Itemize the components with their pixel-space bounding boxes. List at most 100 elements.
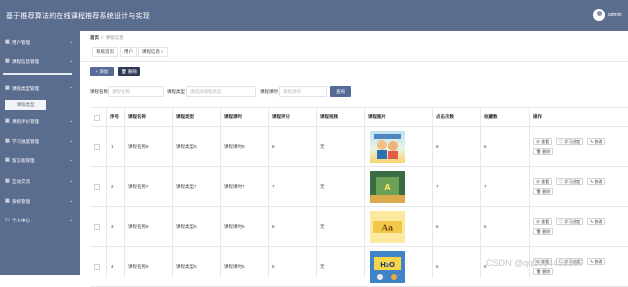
grid-icon: ▦ — [5, 138, 10, 144]
course-table: 序号 课程名称 课程类型 课程课时 课程评分 课程视频 课程图片 点击次数 收藏… — [90, 107, 628, 287]
cell-course-score: 5 — [272, 264, 275, 269]
chevron-down-icon: ⌄ — [69, 118, 74, 124]
app-title: 基于推荐算法的在线课程推荐系统设计与实现 — [6, 13, 150, 20]
avatar-icon[interactable] — [593, 9, 605, 21]
breadcrumb-home[interactable]: 首页 — [90, 35, 99, 40]
row-delete-button[interactable]: 🗑 删除 — [533, 268, 554, 275]
add-button[interactable]: + 添加 — [90, 67, 114, 76]
table-row[interactable]: 1 课程名称8 课程类型8 课程课时8 8 无 8 6 ⊕ 查看 ♡ 学习进度 … — [90, 127, 628, 167]
table-row[interactable]: 3 课程名称6 课程类型6 课程课时6 6 无 Aa 6 5 ⊕ 查看 ♡ 学习… — [90, 207, 628, 247]
edit-button[interactable]: ✎ 修改 — [587, 178, 606, 185]
search-button[interactable]: 查询 — [330, 86, 351, 97]
breadcrumb-current: 课程信息 — [105, 35, 124, 40]
main-content: 首页//课程信息 系统首页 用户 课程信息× + 添加 🗑 删除 课程名称 课程… — [80, 31, 628, 287]
select-all-checkbox[interactable] — [94, 115, 100, 121]
progress-button[interactable]: ♡ 学习进度 — [556, 138, 584, 145]
breadcrumb-separator: // — [101, 35, 104, 40]
row-delete-button[interactable]: 🗑 删除 — [533, 148, 554, 155]
cell-click-count: 5 — [436, 264, 439, 269]
row-checkbox[interactable] — [94, 224, 100, 230]
tab-users[interactable]: 用户 — [120, 47, 137, 57]
sidebar-item-course-info[interactable]: ▦ 课程信息管理 ⌄ — [0, 56, 80, 68]
tab-course-info[interactable]: 课程信息× — [138, 47, 168, 57]
admin-name[interactable]: admin — [608, 12, 622, 18]
sidebar-item-progress[interactable]: ▦ 学习进度管理 ⌄ — [0, 136, 80, 148]
sidebar-item-label: 学习进度管理 — [12, 139, 39, 144]
grid-icon: ▦ — [5, 58, 10, 64]
sidebar-item-message-board[interactable]: ▦ 留言板管理 ⌄ — [0, 155, 80, 167]
cell-click-count: 8 — [436, 144, 439, 149]
chevron-down-icon: ⌄ — [69, 58, 74, 64]
edit-button-label: 修改 — [594, 259, 603, 264]
watermark: CSDN @qq1694456187 — [486, 258, 584, 268]
view-button[interactable]: ⊕ 查看 — [533, 178, 553, 185]
table-row[interactable]: 2 课程名称7 课程类型7 课程课时7 7 无 A 7 7 ⊕ 查看 ♡ 学习进… — [90, 167, 628, 207]
sidebar-subitem-course-type[interactable]: 课程类型 — [5, 100, 46, 110]
row-delete-button[interactable]: 🗑 删除 — [533, 228, 554, 235]
cell-course-type: 课程类型7 — [176, 184, 197, 189]
view-button-label: 查看 — [541, 179, 550, 184]
row-delete-button-label: 删除 — [542, 149, 551, 154]
header-course-type: 课程类型 — [176, 114, 194, 119]
row-checkbox[interactable] — [94, 264, 100, 270]
sidebar-item-interaction[interactable]: ▦ 互动交流 ⌄ — [0, 176, 80, 188]
course-name-label: 课程名称 — [90, 89, 108, 94]
progress-button[interactable]: ♡ 学习进度 — [556, 178, 584, 185]
chevron-down-icon: ⌄ — [69, 198, 74, 204]
edit-button[interactable]: ✎ 修改 — [587, 138, 606, 145]
table-header: 序号 课程名称 课程类型 课程课时 课程评分 课程视频 课程图片 点击次数 收藏… — [90, 107, 628, 127]
row-checkbox[interactable] — [94, 184, 100, 190]
grid-icon: ▦ — [5, 157, 10, 163]
sidebar-item-profile[interactable]: ▭ 个人中心 ⌄ — [0, 215, 80, 227]
row-delete-button[interactable]: 🗑 删除 — [533, 188, 554, 195]
course-type-select[interactable]: 请选择课程类型 — [186, 86, 256, 97]
cell-course-hours: 课程课时5 — [224, 264, 245, 269]
delete-button[interactable]: 🗑 删除 — [118, 67, 140, 76]
view-button[interactable]: ⊕ 查看 — [533, 138, 553, 145]
edit-button[interactable]: ✎ 修改 — [587, 258, 606, 265]
svg-text:H₂O: H₂O — [380, 261, 395, 269]
top-bar: 基于推荐算法的在线课程推荐系统设计与实现 admin — [0, 0, 628, 31]
row-delete-button-label: 删除 — [542, 269, 551, 274]
edit-button[interactable]: ✎ 修改 — [587, 218, 606, 225]
view-button[interactable]: ⊕ 查看 — [533, 218, 553, 225]
edit-button-label: 修改 — [594, 139, 603, 144]
cell-click-count: 6 — [436, 224, 439, 229]
course-cover-image — [370, 131, 405, 163]
sidebar-item-label: 用户管理 — [12, 40, 30, 45]
grid-icon: ▦ — [5, 198, 10, 204]
sidebar-item-course-review[interactable]: ▦ 课程评价管理 ⌄ — [0, 116, 80, 128]
sidebar-item-system[interactable]: ▦ 系统管理 ⌄ — [0, 196, 80, 208]
svg-text:Aa: Aa — [381, 223, 393, 233]
chevron-down-icon: ⌄ — [69, 157, 74, 163]
cell-index: 2 — [111, 184, 114, 189]
cell-course-video: 无 — [320, 184, 325, 189]
cell-course-video: 无 — [320, 224, 325, 229]
header-course-name: 课程名称 — [128, 114, 146, 119]
cell-course-name: 课程名称7 — [128, 184, 149, 189]
header-course-hours: 课程课时 — [224, 114, 242, 119]
cell-favorites: 7 — [484, 184, 487, 189]
view-button-label: 查看 — [541, 219, 550, 224]
sidebar-item-course-type[interactable]: ▦ 课程类型管理 ⌄ — [0, 83, 80, 95]
sidebar-active-indicator — [3, 73, 72, 75]
sidebar-item-label: 课程信息管理 — [12, 59, 39, 64]
close-icon[interactable]: × — [161, 49, 164, 54]
cell-course-name: 课程名称8 — [128, 144, 149, 149]
sidebar-item-label: 课程类型管理 — [12, 86, 39, 91]
course-name-input[interactable]: 课程名称 — [108, 86, 164, 97]
sidebar-item-label: 留言板管理 — [12, 158, 35, 163]
chevron-down-icon: ⌄ — [69, 138, 74, 144]
tab-home[interactable]: 系统首页 — [92, 47, 118, 57]
row-checkbox[interactable] — [94, 144, 100, 150]
progress-button[interactable]: ♡ 学习进度 — [556, 218, 584, 225]
course-hours-input[interactable]: 课程课时 — [279, 86, 327, 97]
header-course-image: 课程图片 — [368, 114, 386, 119]
delete-button-label: 删除 — [127, 69, 137, 74]
breadcrumb: 首页//课程信息 — [90, 35, 124, 41]
course-cover-image: Aa — [370, 211, 405, 243]
sidebar-item-users[interactable]: ▦ 用户管理 ⌄ — [0, 37, 80, 49]
sidebar-item-label: 课程评价管理 — [12, 119, 39, 124]
cell-course-name: 课程名称5 — [128, 264, 149, 269]
header-click-count: 点击次数 — [436, 114, 454, 119]
